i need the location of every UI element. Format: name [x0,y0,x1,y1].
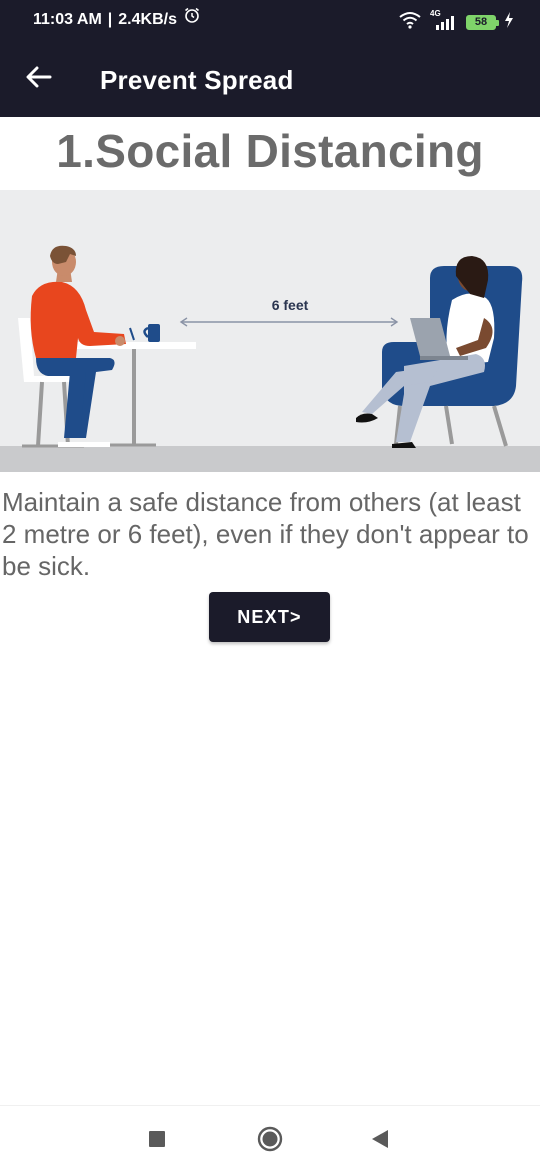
next-button[interactable]: NEXT> [209,592,330,642]
wifi-icon [398,11,422,34]
social-distancing-illustration: 6 feet [0,190,540,472]
status-bar: 11:03 AM | 2.4KB/s 4G 58 [0,0,540,40]
circle-icon [257,1126,283,1157]
home-button[interactable] [253,1124,287,1158]
distance-label: 6 feet [272,297,309,313]
status-left: 11:03 AM | 2.4KB/s [33,0,201,40]
page-title: Prevent Spread [100,65,294,95]
signal-icon: 4G [430,9,458,31]
app-bar: Prevent Spread [0,40,540,117]
status-speed: 2.4KB/s [118,11,177,28]
status-time: 11:03 AM [33,11,102,28]
system-back-button[interactable] [363,1124,397,1158]
system-nav-bar [0,1105,540,1171]
back-button[interactable] [20,60,58,98]
charging-icon [504,11,514,33]
status-separator: | [107,11,113,28]
triangle-back-icon [371,1129,389,1154]
description-text: Maintain a safe distance from others (at… [2,487,529,581]
alarm-icon [183,0,201,44]
arrow-left-icon [26,66,52,93]
section-heading: 1.Social Distancing [56,125,484,177]
square-icon [148,1130,166,1153]
recents-button[interactable] [140,1124,174,1158]
battery-icon: 58 [466,14,499,30]
status-right: 4G 58 [398,9,514,34]
battery-level: 58 [474,15,488,28]
